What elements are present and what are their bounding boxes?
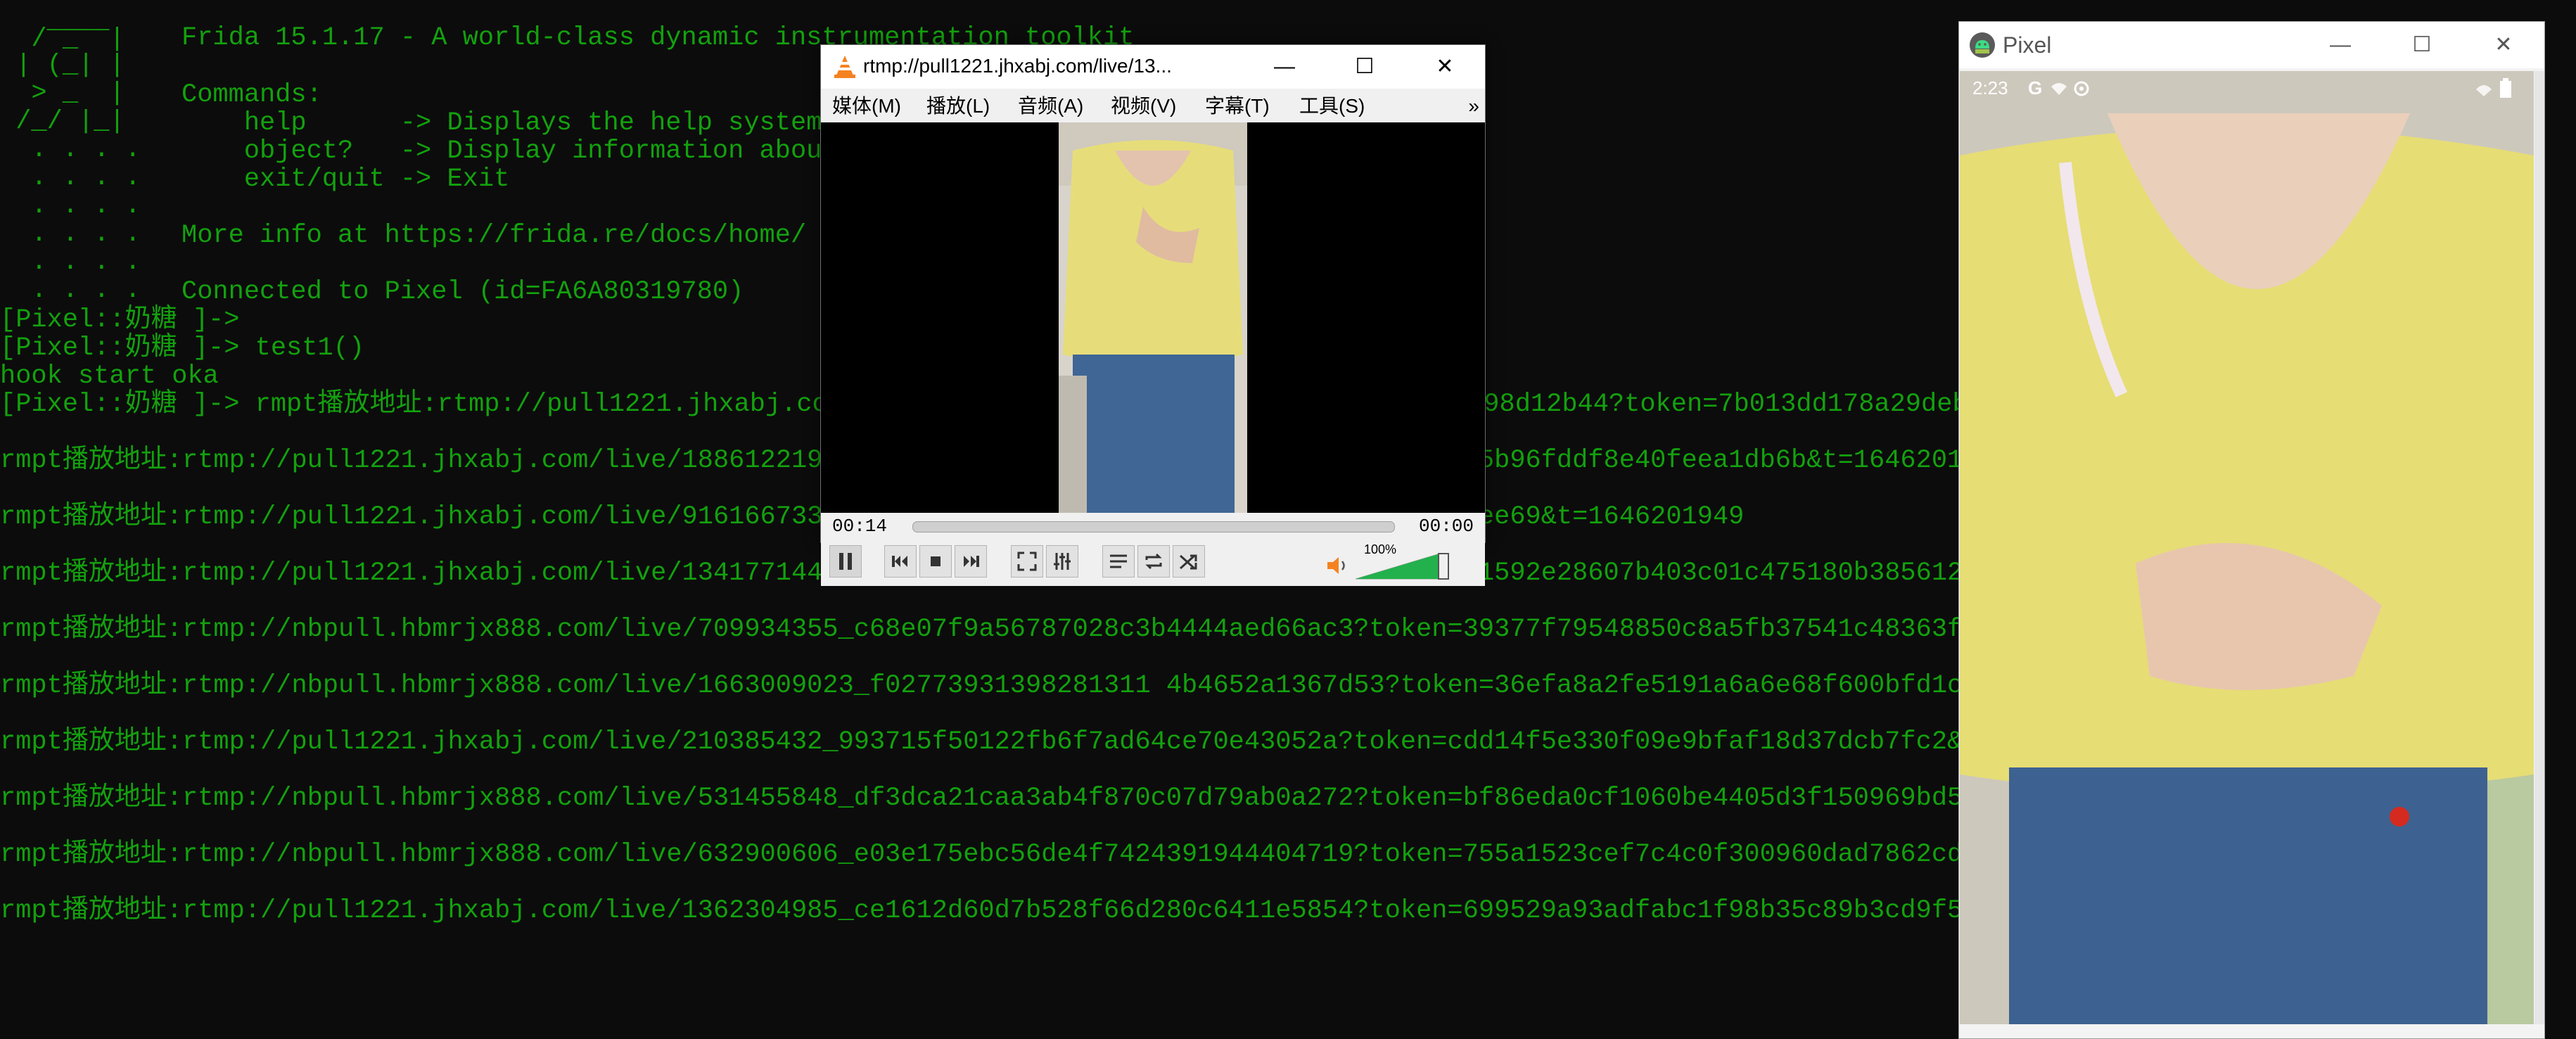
vlc-seek-row: 00:14 00:00	[821, 513, 1485, 540]
next-button[interactable]	[955, 545, 987, 578]
speaker-icon[interactable]	[1326, 555, 1350, 576]
playlist-button[interactable]	[1102, 545, 1135, 578]
shuffle-icon	[1179, 554, 1197, 570]
sync-icon	[2074, 81, 2089, 96]
rtmp-url-line: rmpt播放地址:rtmp://nbpull.hbmrjx888.com/liv…	[0, 784, 2150, 813]
volume-slider[interactable]	[1356, 552, 1455, 580]
hook-start-line: hook start oka	[0, 362, 219, 391]
close-button[interactable]: ✕	[1406, 45, 1484, 89]
emulator-side-panel	[2534, 71, 2544, 1024]
ascii-logo-line: . . . .	[0, 191, 141, 221]
close-icon: ✕	[1436, 55, 1454, 78]
vlc-window-title: rtmp://pull1221.jhxabj.com/live/13...	[863, 55, 1172, 77]
skip-previous-icon	[892, 556, 907, 567]
maximize-icon: ☐	[1355, 55, 1375, 78]
maximize-button[interactable]: ☐	[2381, 22, 2463, 68]
menu-playback[interactable]: 播放(L)	[926, 94, 990, 118]
maximize-icon: ☐	[2412, 33, 2432, 56]
seek-slider[interactable]	[912, 521, 1395, 533]
rtmp-url-line: rmpt播放地址:rtmp://nbpull.hbmrjx888.com/liv…	[0, 671, 2166, 701]
vlc-cone-icon	[834, 56, 855, 78]
google-icon: G	[2028, 78, 2042, 98]
pause-icon	[839, 553, 852, 570]
device-screen[interactable]: 2:23 G	[1960, 71, 2534, 1024]
ascii-logo-line: . . . .	[0, 276, 141, 305]
previous-button[interactable]	[884, 545, 917, 578]
prompt-line: [Pixel::奶糖 ]-> test1()	[0, 333, 365, 363]
fullscreen-button[interactable]	[1011, 545, 1043, 578]
stop-icon	[931, 556, 941, 566]
vlc-menubar: 媒体(M) 播放(L) 音频(A) 视频(V) 字幕(T) 工具(S) »	[821, 89, 1485, 122]
signal-icon	[2476, 85, 2492, 96]
fullscreen-icon	[1017, 552, 1037, 571]
video-frame-image	[1059, 122, 1247, 513]
command-help: help -> Displays the help system	[181, 108, 822, 138]
menu-tools[interactable]: 工具(S)	[1299, 94, 1365, 118]
prompt-line: [Pixel::奶糖 ]->	[0, 305, 240, 335]
minimize-icon: —	[1274, 55, 1295, 78]
ascii-logo-line: | (_| |	[0, 51, 125, 80]
android-emulator-icon	[1970, 32, 1995, 58]
extended-settings-button[interactable]	[1046, 545, 1078, 578]
more-info-line: More info at https://frida.re/docs/home/	[181, 221, 807, 250]
command-exit: exit/quit -> Exit	[181, 165, 510, 194]
minimize-button[interactable]: —	[1246, 45, 1323, 89]
volume-handle[interactable]	[1438, 553, 1449, 580]
connected-line: Connected to Pixel (id=FA6A80319780)	[181, 277, 744, 307]
pixel-titlebar[interactable]: Pixel — ☐ ✕	[1959, 22, 2544, 68]
menu-overflow-button[interactable]: »	[1468, 94, 1479, 118]
android-status-bar: 2:23 G	[1960, 71, 2534, 106]
playlist-icon	[1110, 554, 1127, 568]
close-icon: ✕	[2494, 33, 2513, 56]
pause-button[interactable]	[829, 545, 862, 578]
ascii-logo-line: . . . .	[0, 135, 141, 165]
ascii-logo-line: / _ |	[0, 25, 125, 54]
live-stream-video	[1960, 71, 2534, 1024]
maximize-button[interactable]: ☐	[1326, 45, 1403, 89]
minimize-button[interactable]: —	[2300, 22, 2381, 68]
vlc-titlebar[interactable]: rtmp://pull1221.jhxabj.com/live/13... — …	[821, 45, 1485, 89]
rtmp-url-line: rmpt播放地址:rtmp://nbpull.hbmrjx888.com/liv…	[0, 615, 2150, 644]
battery-icon	[2500, 78, 2511, 98]
total-time: 00:00	[1418, 516, 1474, 537]
loop-icon	[1145, 553, 1162, 570]
vlc-control-bar: 100%	[821, 540, 1485, 586]
ascii-logo-line: > _ |	[0, 79, 125, 108]
wifi-icon	[2051, 83, 2067, 95]
pixel-emulator-window[interactable]: Pixel — ☐ ✕ 2:23 G	[1958, 21, 2545, 1039]
menu-media[interactable]: 媒体(M)	[832, 94, 901, 118]
equalizer-icon	[1054, 553, 1071, 570]
ascii-logo-line: . . . .	[0, 248, 141, 277]
elapsed-time: 00:14	[832, 516, 888, 537]
minimize-icon: —	[2330, 33, 2351, 56]
pixel-window-title: Pixel	[2003, 32, 2052, 58]
rtmp-url-line: rmpt播放地址:rtmp://nbpull.hbmrjx888.com/liv…	[0, 840, 2150, 869]
commands-header: Commands:	[181, 80, 322, 110]
vlc-player-window[interactable]: rtmp://pull1221.jhxabj.com/live/13... — …	[820, 44, 1486, 586]
menu-video[interactable]: 视频(V)	[1111, 94, 1176, 118]
skip-next-icon	[964, 556, 979, 567]
status-time: 2:23	[1972, 77, 2008, 98]
ascii-logo-line: /_/ |_|	[0, 107, 125, 136]
close-button[interactable]: ✕	[2463, 22, 2544, 68]
svg-text:G: G	[2028, 78, 2042, 98]
menu-subtitle[interactable]: 字幕(T)	[1205, 94, 1270, 118]
loop-button[interactable]	[1137, 545, 1170, 578]
vlc-video-area[interactable]	[821, 122, 1485, 513]
menu-audio[interactable]: 音频(A)	[1018, 94, 1083, 118]
ascii-logo-line: . . . .	[0, 219, 141, 249]
shuffle-button[interactable]	[1173, 545, 1205, 578]
rtmp-url-line: rmpt播放地址:rtmp://pull1221.jhxabj.com/live…	[0, 896, 2150, 926]
stop-button[interactable]	[919, 545, 952, 578]
rtmp-url-line: rmpt播放地址:rtmp://pull1221.jhxabj.com/live…	[0, 727, 2150, 757]
ascii-logo-line: . . . .	[0, 163, 141, 193]
